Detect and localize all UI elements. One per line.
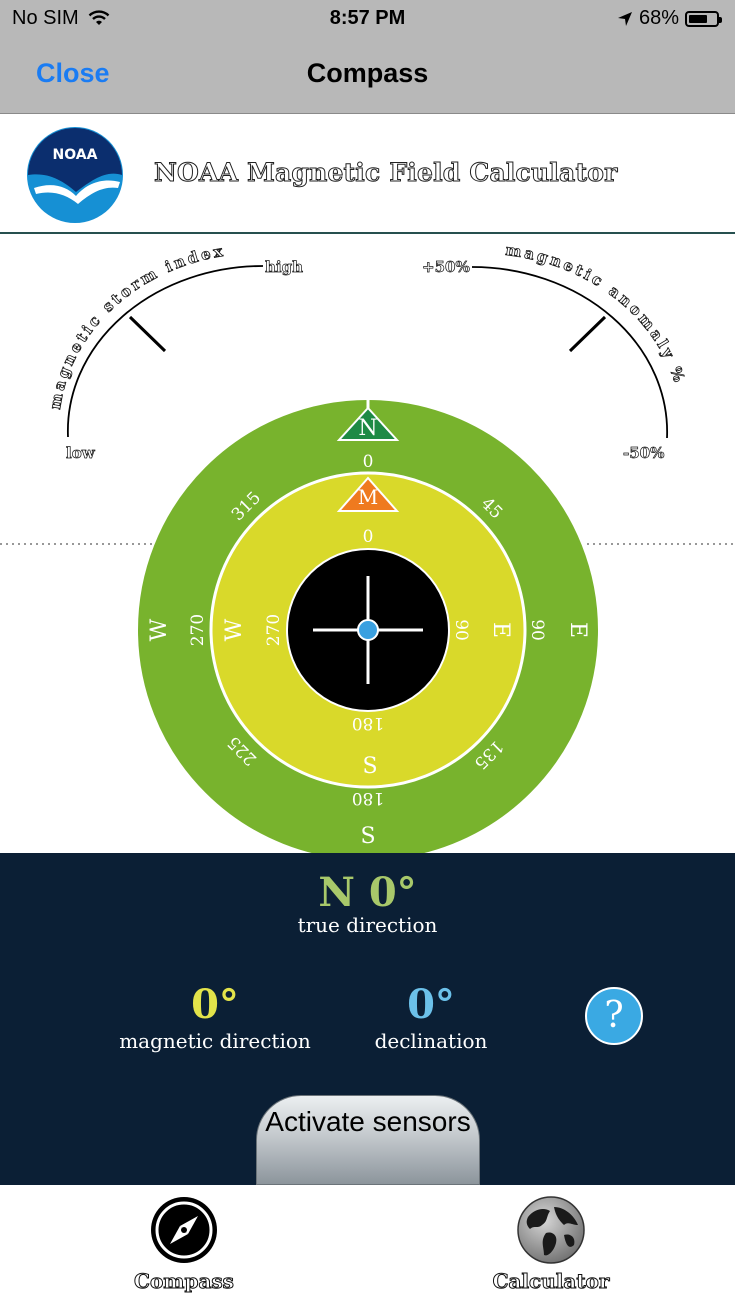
inner-tick-270: 270 bbox=[264, 614, 284, 646]
globe-icon bbox=[517, 1196, 585, 1264]
declination-label: declination bbox=[374, 1029, 488, 1053]
activate-sensors-button[interactable]: Activate sensors bbox=[256, 1095, 480, 1185]
anomaly-needle bbox=[568, 315, 607, 353]
nav-bar: Close Compass bbox=[0, 40, 735, 114]
storm-arc bbox=[67, 265, 264, 438]
app-header: NOAA NOAA Magnetic Field Calculator bbox=[0, 114, 735, 234]
declination-value: 0° bbox=[407, 981, 455, 1028]
outer-dir-w: W bbox=[147, 618, 172, 641]
compass-dial: N 0 45 90 E 135 180 S 225 270 W 315 M 0 … bbox=[136, 391, 600, 854]
outer-tick-90: 90 bbox=[527, 619, 547, 641]
outer-dir-s: S bbox=[360, 824, 375, 849]
true-direction-value: N 0° bbox=[318, 869, 417, 916]
storm-low-label: low bbox=[66, 444, 96, 462]
outer-dir-e: E bbox=[565, 622, 590, 638]
readout-panel: N 0° true direction 0° magnetic directio… bbox=[0, 853, 735, 1185]
magnetic-direction-value: 0° bbox=[191, 981, 239, 1028]
battery-fill bbox=[689, 14, 707, 23]
inner-dir-m: M bbox=[358, 485, 378, 509]
anomaly-gauge-label: magnetic anomaly % bbox=[504, 241, 689, 387]
tab-bar: Compass Calculator bbox=[0, 1185, 735, 1306]
outer-tick-270: 270 bbox=[188, 614, 208, 646]
storm-needle bbox=[128, 315, 167, 353]
noaa-logo-text: NOAA bbox=[53, 147, 98, 163]
inner-tick-90: 90 bbox=[451, 619, 471, 641]
inner-dir-w: W bbox=[222, 618, 247, 641]
storm-high-label: high bbox=[265, 258, 303, 276]
magnetic-direction-label: magnetic direction bbox=[119, 1029, 311, 1053]
battery-icon bbox=[685, 10, 722, 27]
outer-tick-180: 180 bbox=[352, 788, 384, 808]
anomaly-arc bbox=[471, 266, 668, 439]
anomaly-bottom-label: -50% bbox=[623, 444, 664, 462]
noaa-logo: NOAA bbox=[27, 127, 123, 223]
inner-tick-0: 0 bbox=[363, 527, 374, 547]
center-dot bbox=[357, 619, 379, 641]
true-direction-label: true direction bbox=[297, 913, 438, 937]
inner-dir-e: E bbox=[488, 622, 513, 638]
compass-area: magnetic storm index low high magnetic a… bbox=[0, 241, 735, 854]
tab-calculator-label: Calculator bbox=[492, 1269, 610, 1294]
outer-tick-0: 0 bbox=[363, 452, 374, 472]
inner-tick-180: 180 bbox=[352, 713, 384, 733]
compass-icon bbox=[151, 1197, 217, 1263]
status-right: 68% bbox=[617, 7, 722, 30]
help-button[interactable]: ? bbox=[585, 987, 643, 1045]
battery-percent: 68% bbox=[638, 7, 679, 29]
nav-title: Compass bbox=[306, 58, 429, 88]
storm-gauge-label: magnetic storm index bbox=[46, 242, 227, 411]
anomaly-top-label: +50% bbox=[422, 258, 470, 276]
tab-compass-label: Compass bbox=[134, 1269, 235, 1294]
inner-dir-s: S bbox=[362, 754, 377, 779]
status-bar: No SIM 8:57 PM 68% bbox=[0, 0, 735, 40]
outer-dir-n: N bbox=[358, 416, 377, 441]
app-title: NOAA Magnetic Field Calculator bbox=[153, 158, 618, 188]
location-arrow-icon bbox=[617, 11, 632, 26]
